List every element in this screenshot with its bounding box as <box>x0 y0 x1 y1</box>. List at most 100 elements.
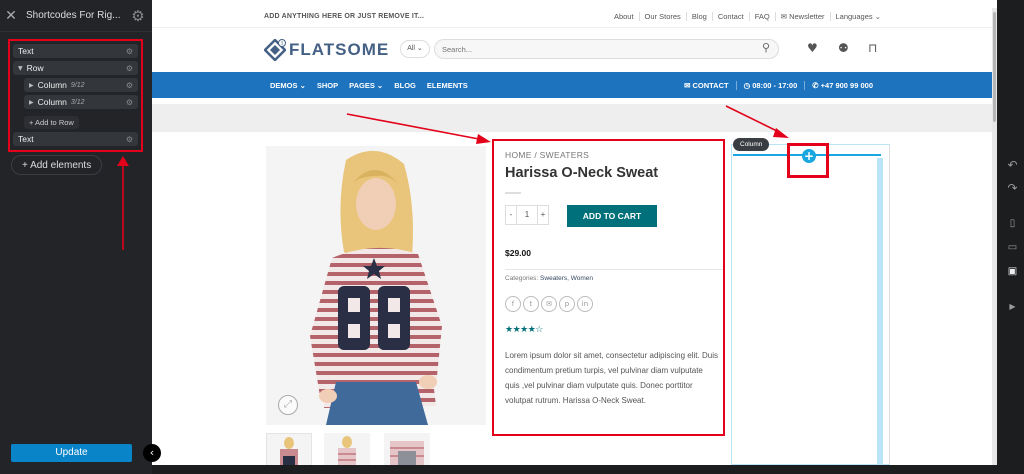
top-link-languages[interactable]: Languages ⌄ <box>829 12 887 21</box>
redo-icon[interactable]: ↷ <box>1001 181 1024 195</box>
quantity-stepper: - 1 + <box>505 205 549 225</box>
facebook-icon[interactable]: f <box>505 296 521 312</box>
tree-item-text[interactable]: Text ⚙ <box>13 132 138 146</box>
tree-item-column-2[interactable]: ▶ Column 3/12 ⚙ <box>24 95 138 109</box>
divider <box>505 269 723 270</box>
heart-icon[interactable]: ♥ <box>807 41 818 55</box>
nav-item-demos[interactable]: DEMOS ⌄ <box>270 81 306 90</box>
main-nav: DEMOS ⌄ SHOP PAGES ⌄ BLOG ELEMENTS ✉ CON… <box>152 72 992 98</box>
cart-icon[interactable]: ⊓ <box>868 41 877 55</box>
right-toolbar: ↶ ↷ ▯ ▭ ▣ ▶ <box>1001 0 1024 474</box>
tree-item-text[interactable]: Text ⚙ <box>13 44 138 58</box>
nav-item-pages[interactable]: PAGES ⌄ <box>349 81 383 90</box>
nav-hours: ◷ 08:00 - 17:00 <box>735 81 805 90</box>
twitter-icon[interactable]: t <box>523 296 539 312</box>
product-thumbnail[interactable] <box>324 433 370 465</box>
top-link-contact[interactable]: Contact <box>711 12 749 21</box>
search-input[interactable] <box>434 39 779 59</box>
qty-minus-button[interactable]: - <box>505 205 517 225</box>
sidebar-title: Shortcodes For Rig... <box>26 10 121 21</box>
social-share-icons: f t ✉ p in <box>505 296 595 312</box>
column-highlight-stripe <box>877 158 883 465</box>
star-rating: ★★★★☆ <box>505 325 543 335</box>
site-header: 3 FLATSOME All ⌄ ⚲ ♥ ⚉ ⊓ <box>152 28 997 72</box>
tree-item-row[interactable]: ▼ Row ⚙ <box>13 61 138 75</box>
top-link-our-stores[interactable]: Our Stores <box>638 12 686 21</box>
column-size: 3/12 <box>70 98 85 106</box>
search-category-select[interactable]: All ⌄ <box>400 40 430 58</box>
triangle-right-icon[interactable]: ▶ <box>29 82 34 89</box>
update-button[interactable]: Update <box>11 444 132 462</box>
mobile-view-icon[interactable]: ▯ <box>1001 218 1024 229</box>
linkedin-icon[interactable]: in <box>577 296 593 312</box>
collapse-sidebar-button[interactable]: ‹ <box>143 444 161 462</box>
category-links[interactable]: Sweaters, Women <box>540 275 593 282</box>
column-label-badge[interactable]: Column <box>733 138 770 151</box>
triangle-down-icon[interactable]: ▼ <box>18 65 23 72</box>
column-size: 9/12 <box>70 81 85 89</box>
email-icon[interactable]: ✉ <box>541 296 557 312</box>
thumbnail-image <box>280 437 298 465</box>
zoom-icon[interactable]: ⤢ <box>278 395 298 415</box>
top-bar-message: ADD ANYTHING HERE OR JUST REMOVE IT... <box>264 13 425 20</box>
tablet-view-icon[interactable]: ▭ <box>1001 242 1024 253</box>
page-builder-app: ✕ Shortcodes For Rig... ⚙ Text ⚙ ▼ Row ⚙… <box>0 0 1024 474</box>
page-title-bar <box>152 104 992 132</box>
pinterest-icon[interactable]: p <box>559 296 575 312</box>
user-icon[interactable]: ⚉ <box>838 41 849 55</box>
nav-contact[interactable]: ✉ CONTACT <box>677 81 735 90</box>
add-to-cart-button[interactable]: ADD TO CART <box>567 205 657 227</box>
triangle-right-icon[interactable]: ▶ <box>29 99 34 106</box>
nav-menu: DEMOS ⌄ SHOP PAGES ⌄ BLOG ELEMENTS <box>270 81 479 90</box>
gear-icon[interactable]: ⚙ <box>126 64 133 73</box>
close-icon[interactable]: ✕ <box>0 8 22 24</box>
title-divider <box>505 192 521 194</box>
logo-text: FLATSOME <box>289 40 390 59</box>
search-icon[interactable]: ⚲ <box>762 41 770 54</box>
product-categories: Categories: Sweaters, Women <box>505 275 593 282</box>
product-thumbnail[interactable] <box>384 433 430 465</box>
gear-icon[interactable]: ⚙ <box>126 47 133 56</box>
top-bar-links: About Our Stores Blog Contact FAQ ✉ News… <box>609 12 886 21</box>
nav-phone[interactable]: ✆ +47 900 99 000 <box>804 81 880 90</box>
tree-item-label: Text <box>18 134 34 144</box>
gear-icon[interactable]: ⚙ <box>126 135 133 144</box>
tree-item-label: Text <box>18 46 34 56</box>
site-logo[interactable]: 3 FLATSOME <box>264 39 389 61</box>
breadcrumb[interactable]: HOME / SWEATERS <box>505 150 589 160</box>
desktop-view-icon[interactable]: ▣ <box>1001 266 1024 277</box>
play-icon[interactable]: ▶ <box>1001 302 1024 311</box>
tree-item-label: Row <box>26 63 44 73</box>
gear-icon[interactable]: ⚙ <box>126 98 133 107</box>
logo-icon: 3 <box>264 39 286 61</box>
tree-item-column-1[interactable]: ▶ Column 9/12 ⚙ <box>24 78 138 92</box>
nav-item-elements[interactable]: ELEMENTS <box>427 81 468 90</box>
top-link-about[interactable]: About <box>609 12 639 21</box>
product-description: Lorem ipsum dolor sit amet, consectetur … <box>505 351 718 405</box>
sidebar-header: ✕ Shortcodes For Rig... ⚙ <box>0 0 152 32</box>
product-title: Harissa O-Neck Sweat <box>505 165 659 181</box>
qty-plus-button[interactable]: + <box>537 205 549 225</box>
gear-icon[interactable]: ⚙ <box>124 7 152 25</box>
empty-column-area[interactable] <box>731 144 890 465</box>
top-link-faq[interactable]: FAQ <box>748 12 775 21</box>
nav-item-shop[interactable]: SHOP <box>317 81 338 90</box>
gear-icon[interactable]: ⚙ <box>126 81 133 90</box>
categories-label: Categories: <box>505 275 541 282</box>
product-photo <box>266 146 486 425</box>
qty-input[interactable]: 1 <box>517 205 537 225</box>
top-link-blog[interactable]: Blog <box>685 12 712 21</box>
annotation-arrow-up <box>117 156 129 250</box>
product-image[interactable]: ⤢ <box>266 146 486 425</box>
thumbnail-image <box>338 436 356 465</box>
top-link-newsletter[interactable]: ✉ Newsletter <box>774 12 830 21</box>
product-thumbnail[interactable] <box>266 433 312 465</box>
site-preview: ADD ANYTHING HERE OR JUST REMOVE IT... A… <box>152 0 997 465</box>
nav-item-blog[interactable]: BLOG <box>394 81 416 90</box>
nav-contact-info: ✉ CONTACT ◷ 08:00 - 17:00 ✆ +47 900 99 0… <box>677 81 880 90</box>
undo-icon[interactable]: ↶ <box>1001 158 1024 172</box>
add-elements-button[interactable]: + Add elements <box>11 155 103 175</box>
add-to-row-button[interactable]: + Add to Row <box>24 116 79 129</box>
scrollbar-thumb[interactable] <box>993 12 996 122</box>
add-element-plus-icon[interactable]: + <box>802 149 816 163</box>
